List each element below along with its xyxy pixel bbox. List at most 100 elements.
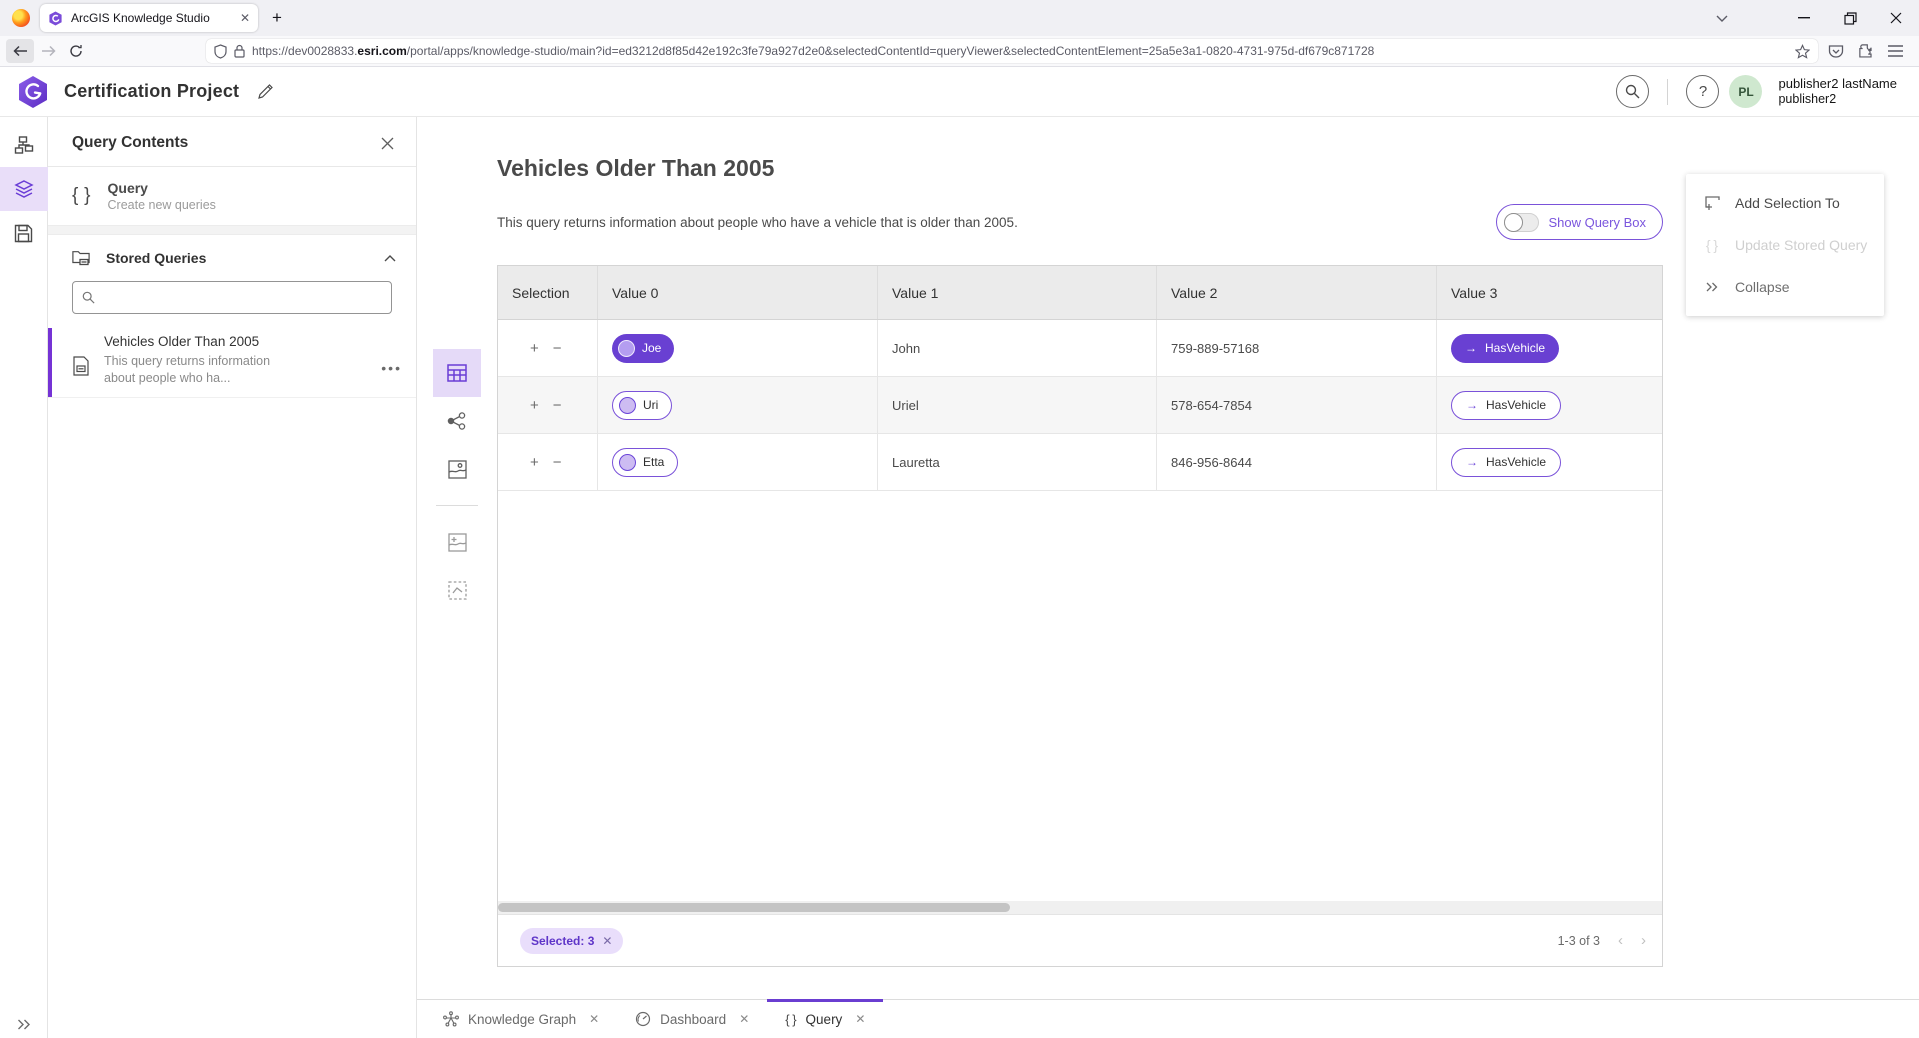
add-to-selection-button[interactable]: + xyxy=(530,454,539,471)
browser-tab[interactable]: ArcGIS Knowledge Studio ✕ xyxy=(40,4,258,32)
query-create-item[interactable]: { } Query Create new queries xyxy=(48,167,416,226)
tab-close-icon[interactable]: ✕ xyxy=(855,1012,865,1026)
reload-button[interactable] xyxy=(62,39,90,63)
double-chevron-right-icon xyxy=(17,1019,31,1030)
cell-value1[interactable]: Lauretta xyxy=(878,434,1157,490)
question-mark-icon: ? xyxy=(1699,83,1707,100)
scrollbar-thumb[interactable] xyxy=(498,903,1010,912)
column-header-value1[interactable]: Value 1 xyxy=(878,266,1157,319)
next-page-icon[interactable]: › xyxy=(1641,932,1646,949)
url-bar[interactable]: https://dev0028833.esri.com/portal/apps/… xyxy=(206,39,1818,63)
tab-query[interactable]: { } Query ✕ xyxy=(767,1000,883,1038)
tab-list-chevron-icon[interactable] xyxy=(1699,0,1745,36)
panel-close-icon[interactable] xyxy=(381,137,394,150)
arrow-right-icon: → xyxy=(1466,455,1478,469)
menu-item-add-selection-to[interactable]: Add Selection To xyxy=(1686,182,1884,224)
window-close-button[interactable] xyxy=(1873,0,1919,36)
user-info[interactable]: publisher2 lastName publisher2 xyxy=(1778,77,1903,106)
tab-close-icon[interactable]: ✕ xyxy=(240,11,250,25)
hamburger-menu-icon[interactable] xyxy=(1888,45,1903,57)
toggle-switch[interactable] xyxy=(1504,213,1539,232)
horizontal-scrollbar[interactable] xyxy=(498,901,1662,914)
show-query-box-toggle[interactable]: Show Query Box xyxy=(1496,204,1663,240)
relationship-pill[interactable]: → HasVehicle xyxy=(1451,391,1561,420)
column-header-value3[interactable]: Value 3 xyxy=(1437,266,1662,319)
entity-pill[interactable]: Joe xyxy=(612,334,674,363)
tab-knowledge-graph[interactable]: Knowledge Graph ✕ xyxy=(425,1000,617,1038)
stored-queries-header[interactable]: Stored Queries xyxy=(48,235,416,277)
map-view-button[interactable] xyxy=(433,445,481,493)
column-header-value2[interactable]: Value 2 xyxy=(1157,266,1437,319)
main-area: Vehicles Older Than 2005 This query retu… xyxy=(417,117,1919,1038)
back-button[interactable] xyxy=(6,39,34,63)
firefox-icon[interactable] xyxy=(12,9,30,27)
stored-query-item[interactable]: Vehicles Older Than 2005 This query retu… xyxy=(48,328,416,398)
shield-permissions-icon[interactable] xyxy=(214,44,227,59)
add-to-selection-button[interactable]: + xyxy=(530,397,539,414)
menu-item-collapse[interactable]: Collapse xyxy=(1686,266,1884,308)
remove-from-selection-button[interactable]: − xyxy=(553,397,562,414)
relationship-pill[interactable]: → HasVehicle xyxy=(1451,448,1561,477)
pocket-icon[interactable] xyxy=(1828,44,1844,59)
clear-selection-icon[interactable]: ✕ xyxy=(602,934,612,948)
cell-value2[interactable]: 578-654-7854 xyxy=(1157,377,1437,433)
chevron-up-icon[interactable] xyxy=(384,255,396,262)
new-tab-button[interactable]: + xyxy=(272,8,282,28)
relationship-pill[interactable]: → HasVehicle xyxy=(1451,334,1559,363)
stored-queries-search[interactable] xyxy=(72,281,392,314)
search-button[interactable] xyxy=(1616,75,1649,108)
previous-page-icon[interactable]: ‹ xyxy=(1618,932,1623,949)
edit-project-pencil-icon[interactable] xyxy=(257,83,274,100)
extensions-puzzle-icon[interactable] xyxy=(1858,43,1874,59)
table-row: + − Etta Lauretta 846-956-8644 xyxy=(498,434,1662,491)
cell-value1[interactable]: John xyxy=(878,320,1157,376)
more-options-icon[interactable]: ••• xyxy=(381,360,402,376)
forward-button[interactable] xyxy=(34,39,62,63)
entity-pill[interactable]: Uri xyxy=(612,391,672,420)
arrow-right-icon: → xyxy=(1465,341,1477,355)
column-header-value0[interactable]: Value 0 xyxy=(598,266,878,319)
remove-from-selection-button[interactable]: − xyxy=(553,340,562,357)
table-options-menu: Add Selection To { } Update Stored Query… xyxy=(1686,174,1884,316)
cell-value1[interactable]: Uriel xyxy=(878,377,1157,433)
expand-rail-button[interactable] xyxy=(17,1019,31,1030)
braces-icon: { } xyxy=(72,185,92,207)
cell-value2[interactable]: 759-889-57168 xyxy=(1157,320,1437,376)
browser-toolbar: https://dev0028833.esri.com/portal/apps/… xyxy=(0,36,1919,67)
tab-dashboard[interactable]: Dashboard ✕ xyxy=(617,1000,767,1038)
remove-from-selection-button[interactable]: − xyxy=(553,454,562,471)
braces-icon: { } xyxy=(1702,237,1722,253)
sidebar-item-data-model[interactable] xyxy=(0,123,48,167)
lock-icon[interactable] xyxy=(234,44,245,58)
cell-value2[interactable]: 846-956-8644 xyxy=(1157,434,1437,490)
entity-dot-icon xyxy=(618,340,635,357)
table-row: + − Joe John 759-889-57168 xyxy=(498,320,1662,377)
link-chart-view-button[interactable] xyxy=(433,397,481,445)
selected-count-chip[interactable]: Selected: 3 ✕ xyxy=(520,928,623,954)
window-restore-button[interactable] xyxy=(1827,0,1873,36)
double-chevron-right-icon xyxy=(1702,282,1722,292)
sidebar-item-contents[interactable] xyxy=(0,167,48,211)
sidebar-item-save[interactable] xyxy=(0,211,48,255)
tab-title: ArcGIS Knowledge Studio xyxy=(71,11,232,25)
entity-pill[interactable]: Etta xyxy=(612,448,678,477)
show-query-box-label: Show Query Box xyxy=(1548,215,1646,230)
knowledge-graph-icon xyxy=(443,1011,459,1027)
table-view-button[interactable] xyxy=(433,349,481,397)
selection-tools-button[interactable] xyxy=(433,566,481,614)
avatar[interactable]: PL xyxy=(1729,75,1762,108)
panel-title: Query Contents xyxy=(72,134,188,152)
search-input[interactable] xyxy=(102,290,382,305)
tab-close-icon[interactable]: ✕ xyxy=(589,1012,599,1026)
add-to-selection-button[interactable]: + xyxy=(530,340,539,357)
add-to-map-button[interactable] xyxy=(433,518,481,566)
column-header-selection[interactable]: Selection xyxy=(498,266,598,319)
url-text[interactable]: https://dev0028833.esri.com/portal/apps/… xyxy=(252,44,1788,58)
help-button[interactable]: ? xyxy=(1686,75,1719,108)
tab-close-icon[interactable]: ✕ xyxy=(739,1012,749,1026)
bookmark-star-icon[interactable] xyxy=(1795,44,1810,59)
select-area-icon xyxy=(448,581,467,600)
menu-item-label: Collapse xyxy=(1735,279,1789,295)
window-minimize-button[interactable] xyxy=(1781,0,1827,36)
section-divider xyxy=(48,226,416,235)
